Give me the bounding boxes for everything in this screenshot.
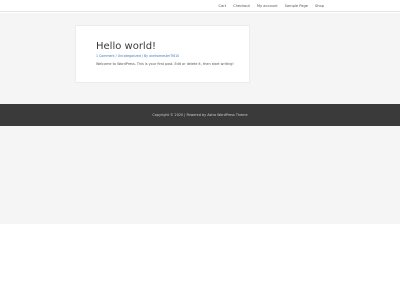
comments-link[interactable]: 1 Comment bbox=[96, 54, 115, 58]
post-card: Hello world! 1 Comment / Uncategorized /… bbox=[75, 25, 250, 83]
post-title[interactable]: Hello world! bbox=[96, 41, 229, 52]
site-footer: Copyright © 2020 | Powered by Astra Word… bbox=[0, 104, 400, 126]
page: Cart Checkout My account Sample Page Sho… bbox=[0, 0, 400, 300]
nav-shop[interactable]: Shop bbox=[315, 4, 324, 8]
category-link[interactable]: Uncategorized bbox=[118, 54, 141, 58]
footer-copyright: Copyright © 2020 | Powered by Astra Word… bbox=[152, 113, 248, 117]
nav-my-account[interactable]: My account bbox=[257, 4, 278, 8]
post-meta: 1 Comment / Uncategorized / By onehomest… bbox=[96, 54, 180, 58]
post-excerpt: Welcome to WordPress. This is your first… bbox=[96, 62, 234, 66]
nav-sample-page[interactable]: Sample Page bbox=[285, 4, 308, 8]
nav-cart[interactable]: Cart bbox=[219, 4, 227, 8]
below-footer-area bbox=[0, 126, 400, 224]
site-header: Cart Checkout My account Sample Page Sho… bbox=[0, 0, 400, 12]
nav-checkout[interactable]: Checkout bbox=[233, 4, 250, 8]
main-nav: Cart Checkout My account Sample Page Sho… bbox=[212, 0, 324, 12]
author-link[interactable]: By onehomesterTI610 bbox=[144, 54, 179, 58]
